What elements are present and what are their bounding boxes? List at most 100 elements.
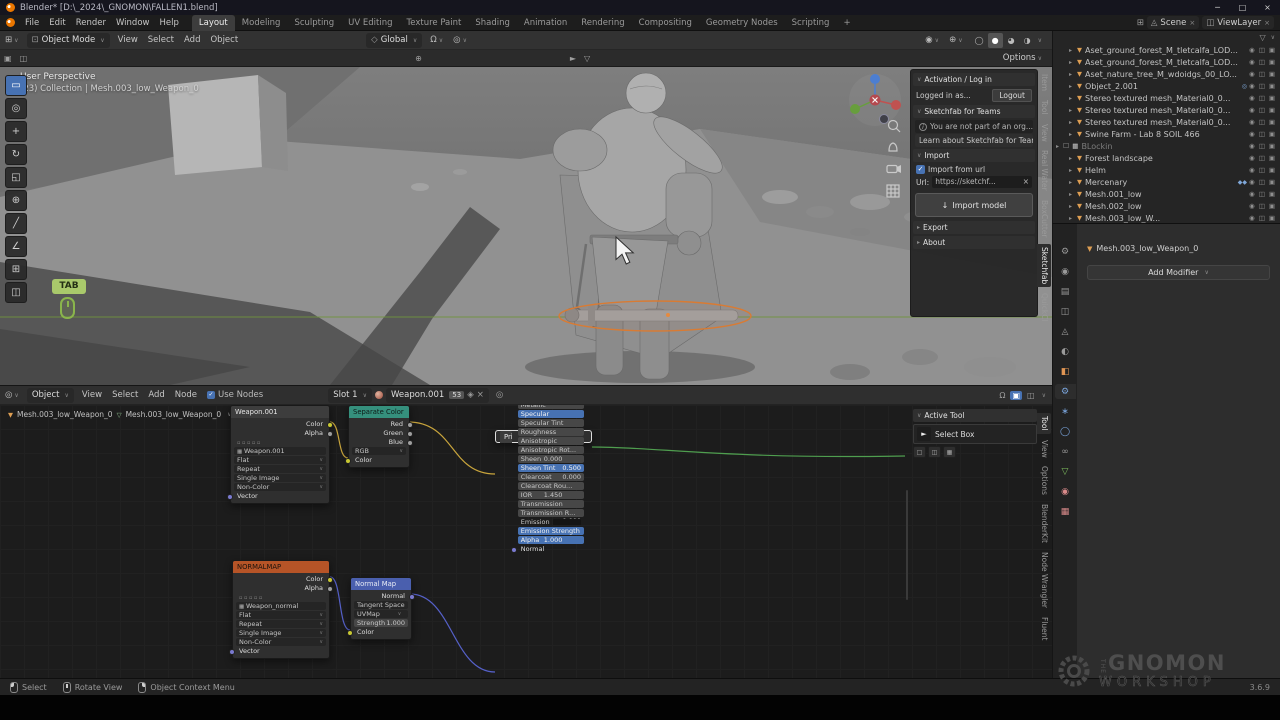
node-row[interactable]: Color	[234, 420, 326, 428]
maximize-button[interactable]: □	[1230, 0, 1255, 15]
shading-material-button[interactable]: ◕	[1004, 33, 1019, 48]
sidebar-tab[interactable]: Item	[1037, 71, 1051, 94]
node-row[interactable]	[236, 593, 326, 601]
viewport-disable-icon[interactable]: ◫	[1259, 190, 1265, 198]
tool-button[interactable]: +	[5, 121, 27, 142]
about-section-header[interactable]: ▸ About	[913, 236, 1035, 249]
sidebar-tab[interactable]: View	[1037, 121, 1051, 145]
properties-tab[interactable]: ◉	[1055, 264, 1076, 279]
object-name[interactable]: Mesh.002_low	[1085, 202, 1249, 211]
node-row[interactable]: Color	[354, 628, 408, 636]
sidebar-tab[interactable]: Options	[1037, 463, 1051, 498]
outliner-row[interactable]: ▸ ▼ Mesh.003_low_W... ◉ ◫ ▣	[1053, 212, 1280, 224]
scene-unlink-icon[interactable]: ×	[1189, 19, 1195, 27]
import-from-url-checkbox[interactable]: ✓	[916, 165, 925, 174]
hide-icon[interactable]: ◉	[1249, 166, 1255, 174]
expand-icon[interactable]: ▸	[1069, 59, 1076, 66]
node-row[interactable]: Red	[352, 420, 406, 428]
node-normal-map[interactable]: Normal Map Normal Tangent Space UVMap St…	[350, 577, 412, 640]
url-input[interactable]: https://sketchf... ×	[932, 176, 1032, 188]
node-title[interactable]: Principled BSDF	[500, 431, 512, 443]
node-row[interactable]: Transmission0.000	[518, 500, 584, 508]
render-disable-icon[interactable]: ▣	[1269, 190, 1275, 198]
outliner-row[interactable]: ▸ ▼ Mesh.001_low ◉ ◫ ▣	[1053, 188, 1280, 200]
object-name[interactable]: Forest landscape	[1085, 154, 1249, 163]
tool-button[interactable]: ▭	[5, 75, 27, 96]
shading-rendered-button[interactable]: ◑	[1020, 33, 1035, 48]
filter-icon[interactable]: ▽	[580, 54, 594, 63]
hide-icon[interactable]: ◉	[1249, 82, 1255, 90]
object-name[interactable]: Aset_ground_forest_M_tletcalfa_LOD...	[1085, 46, 1249, 55]
material-slot-select[interactable]: Slot 1 ∨	[328, 388, 372, 403]
expand-icon[interactable]: ▸	[1069, 107, 1076, 114]
object-name[interactable]: Stereo textured mesh_Material0_0...	[1085, 118, 1249, 127]
viewport-disable-icon[interactable]: ◫	[1259, 106, 1265, 114]
expand-icon[interactable]: ▸	[1069, 155, 1076, 162]
outliner-row[interactable]: ▸ ▼ Mercenary ◆◆ ◉ ◫ ▣	[1053, 176, 1280, 188]
outliner-row[interactable]: ▸ ▼ Stereo textured mesh_Material0_0... …	[1053, 116, 1280, 128]
outliner-row[interactable]: ▸ ▼ Stereo textured mesh_Material0_0... …	[1053, 104, 1280, 116]
menubar-menu[interactable]: Window	[111, 15, 155, 31]
viewport-disable-icon[interactable]: ◫	[1259, 142, 1265, 150]
node-row[interactable]	[234, 438, 326, 446]
node-row[interactable]: Flat	[236, 611, 326, 619]
minimize-button[interactable]: ─	[1205, 0, 1230, 15]
node-image-texture-color[interactable]: Weapon.001 Color Alpha Weapon.001	[230, 405, 330, 504]
viewport-menu[interactable]: Add	[179, 32, 205, 48]
shader-type-select[interactable]: Object ∨	[27, 388, 74, 403]
sidebar-tab[interactable]: QuickCl	[1037, 290, 1051, 325]
hide-icon[interactable]: ◉	[1249, 46, 1255, 54]
use-nodes-toggle[interactable]: ✓ Use Nodes	[202, 390, 268, 400]
scrollbar[interactable]	[906, 490, 908, 600]
material-name-field[interactable]: Weapon.001 53 ◈ ×	[386, 388, 489, 403]
workspace-tab[interactable]: Texture Paint	[400, 15, 469, 31]
node-row[interactable]: Transmission R...0.000	[518, 509, 584, 517]
hide-icon[interactable]: ◉	[1249, 202, 1255, 210]
tool-fallback-icon[interactable]: ▣	[0, 54, 16, 63]
sidebar-tab[interactable]: Real Water	[1037, 147, 1051, 194]
gizmos-dropdown[interactable]: ⊕ ∨	[944, 35, 968, 45]
workspace-tab[interactable]: Scripting	[785, 15, 837, 31]
tool-button[interactable]: ◱	[5, 167, 27, 188]
shader-menu[interactable]: Node	[170, 387, 202, 403]
tool-button[interactable]: ⊕	[5, 190, 27, 211]
workspace-tab[interactable]: Shading	[468, 15, 517, 31]
collection-checkbox[interactable]: ☐	[1063, 142, 1069, 150]
3d-viewport[interactable]: User Perspective (23) Collection | Mesh.…	[0, 67, 1052, 385]
object-name[interactable]: Stereo textured mesh_Material0_0...	[1085, 94, 1249, 103]
properties-tab[interactable]: ◧	[1055, 364, 1076, 379]
viewport-disable-icon[interactable]: ◫	[1259, 70, 1265, 78]
editor-type-button[interactable]: ◎ ∨	[0, 390, 24, 400]
node-row[interactable]: Alpha	[234, 429, 326, 437]
menubar-menu[interactable]: Render	[71, 15, 111, 31]
tool-button[interactable]: ∠	[5, 236, 27, 257]
scene-selector[interactable]: ◬ Scene ×	[1147, 16, 1199, 29]
node-row[interactable]: Weapon_normal	[236, 602, 326, 610]
hide-icon[interactable]: ◉	[1249, 58, 1255, 66]
render-disable-icon[interactable]: ▣	[1269, 94, 1275, 102]
shader-menu[interactable]: View	[77, 387, 107, 403]
viewport-disable-icon[interactable]: ◫	[1259, 166, 1265, 174]
active-tool-row[interactable]: ► Select Box	[913, 424, 1037, 444]
material-users-badge[interactable]: 53	[449, 391, 464, 399]
node-row[interactable]: Vector	[234, 492, 326, 500]
workspace-tab[interactable]: Compositing	[632, 15, 699, 31]
node-row[interactable]: Clearcoat Rou...0.030	[518, 482, 584, 490]
node-row[interactable]: Sheen Tint0.500	[518, 464, 584, 472]
viewlayer-unlink-icon[interactable]: ×	[1264, 19, 1270, 27]
render-disable-icon[interactable]: ▣	[1269, 142, 1275, 150]
workspace-tab[interactable]: +	[836, 15, 857, 31]
workspace-tab[interactable]: Animation	[517, 15, 574, 31]
node-row[interactable]: Clearcoat0.000	[518, 473, 584, 481]
object-name[interactable]: Mesh.001_low	[1085, 190, 1249, 199]
node-title[interactable]: Weapon.001	[231, 406, 329, 418]
expand-icon[interactable]: ▸	[1069, 71, 1076, 78]
expand-icon[interactable]: ▸	[1069, 167, 1076, 174]
select-mode-new-icon[interactable]: □	[913, 446, 926, 458]
node-row[interactable]: Vector	[236, 647, 326, 655]
node-row[interactable]: Alpha1.000	[518, 536, 584, 544]
render-disable-icon[interactable]: ▣	[1269, 118, 1275, 126]
node-row[interactable]: UVMap	[354, 610, 408, 618]
node-title[interactable]: NORMALMAP	[233, 561, 329, 573]
node-row[interactable]: Color	[236, 575, 326, 583]
